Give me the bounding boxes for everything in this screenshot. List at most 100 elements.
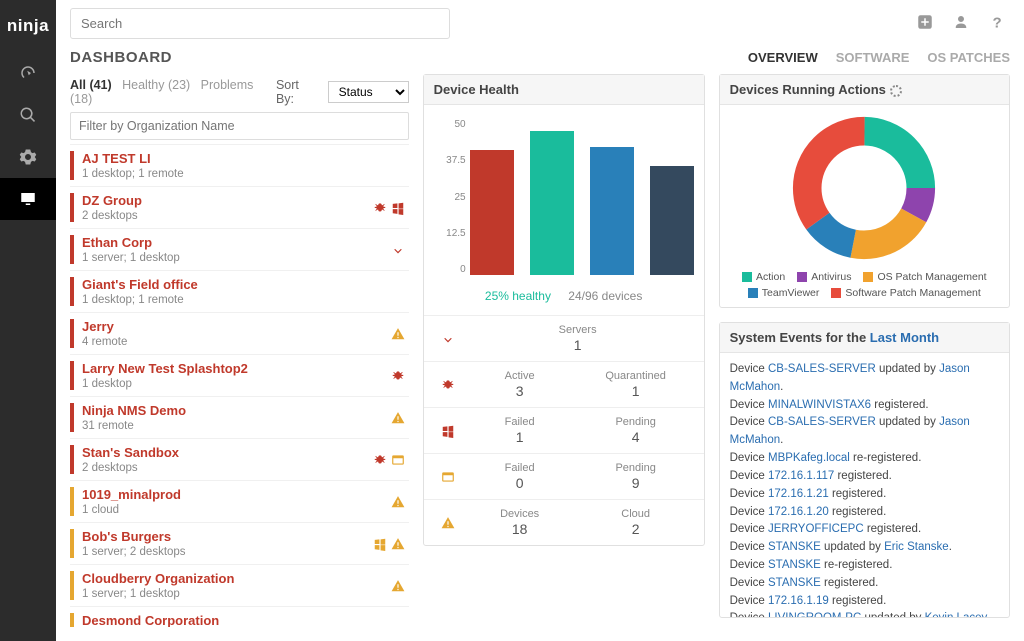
org-desc: 2 desktops [82, 210, 373, 222]
event-line: Device STANSKE re-registered. [730, 557, 999, 575]
windows-yellow-icon [373, 537, 387, 551]
view-tabs: OVERVIEW SOFTWARE OS PATCHES [748, 50, 1010, 65]
org-item[interactable]: Stan's Sandbox 2 desktops [70, 438, 409, 480]
event-link[interactable]: Eric Stanske [884, 541, 949, 553]
org-item[interactable]: Ninja NMS Demo 31 remote [70, 396, 409, 438]
org-name: Ethan Corp [82, 235, 391, 250]
loading-icon [890, 85, 902, 97]
stat-value: 18 [462, 521, 578, 537]
nav-dashboard-icon[interactable] [0, 52, 56, 94]
event-link[interactable]: 172.16.1.19 [768, 595, 829, 607]
help-icon[interactable]: ? [984, 9, 1010, 38]
org-item[interactable]: Desmond Corporation [70, 606, 409, 627]
stat-label: Quarantined [578, 370, 694, 382]
nav-search-icon[interactable] [0, 94, 56, 136]
stat-label: Pending [578, 416, 694, 428]
windows-red-icon [434, 424, 462, 438]
bar [650, 166, 694, 275]
org-desc: 1 server; 1 desktop [82, 588, 391, 600]
nav-monitor-icon[interactable] [0, 178, 56, 220]
event-line: Device CB-SALES-SERVER updated by Jason … [730, 414, 999, 450]
org-item[interactable]: Larry New Test Splashtop2 1 desktop [70, 354, 409, 396]
event-link[interactable]: Kevin Lacey [925, 612, 987, 617]
tab-software[interactable]: SOFTWARE [836, 50, 910, 65]
stat-row: Active3Quarantined1 [424, 361, 704, 407]
bug-red-icon [391, 369, 405, 383]
status-bar [70, 613, 74, 627]
org-desc: 1 server; 2 desktops [82, 546, 373, 558]
org-desc: 2 desktops [82, 462, 373, 474]
events-panel: System Events for the Last Month Device … [719, 322, 1010, 618]
org-desc: 1 cloud [82, 504, 391, 516]
actions-panel: Devices Running Actions ActionAntivirusO… [719, 74, 1010, 308]
device-health-title: Device Health [424, 75, 704, 105]
filter-healthy[interactable]: Healthy (23) [122, 78, 190, 92]
legend-item: Software Patch Management [831, 287, 980, 299]
browser-yellow-icon [434, 470, 462, 484]
org-name: Giant's Field office [82, 277, 405, 292]
events-body[interactable]: Device CB-SALES-SERVER updated by Jason … [720, 353, 1009, 617]
event-line: Device JERRYOFFICEPC registered. [730, 521, 999, 539]
swatch [742, 272, 752, 282]
page-title: DASHBOARD [70, 49, 172, 66]
org-filter-input[interactable] [70, 112, 409, 140]
event-link[interactable]: CB-SALES-SERVER [768, 416, 876, 428]
status-bar [70, 319, 74, 348]
event-link[interactable]: STANSKE [768, 559, 821, 571]
org-item[interactable]: Cloudberry Organization 1 server; 1 desk… [70, 564, 409, 606]
tab-os patches[interactable]: OS PATCHES [927, 50, 1010, 65]
event-line: Device 172.16.1.19 registered. [730, 593, 999, 611]
legend-item: Antivirus [797, 271, 851, 283]
org-item[interactable]: 1019_minalprod 1 cloud [70, 480, 409, 522]
status-bar [70, 445, 74, 474]
add-icon[interactable] [912, 9, 938, 38]
filter-all[interactable]: All (41) [70, 78, 112, 92]
event-link[interactable]: LIVINGROOM-PC [768, 612, 861, 617]
event-link[interactable]: 172.16.1.21 [768, 488, 829, 500]
event-link[interactable]: JERRYOFFICEPC [768, 523, 864, 535]
legend-item: Action [742, 271, 785, 283]
org-item[interactable]: Ethan Corp 1 server; 1 desktop [70, 228, 409, 270]
event-link[interactable]: MINALWINVISTAX6 [768, 399, 871, 411]
user-icon[interactable] [948, 9, 974, 38]
event-link[interactable]: 172.16.1.117 [768, 470, 834, 482]
stat-label: Cloud [578, 508, 694, 520]
org-item[interactable]: AJ TEST LI 1 desktop; 1 remote [70, 144, 409, 186]
stat-value: 4 [578, 429, 694, 445]
org-item[interactable]: DZ Group 2 desktops [70, 186, 409, 228]
warn-yellow-icon [391, 537, 405, 551]
event-link[interactable]: 172.16.1.20 [768, 506, 829, 518]
status-bar [70, 529, 74, 558]
tab-overview[interactable]: OVERVIEW [748, 50, 818, 65]
org-item[interactable]: Bob's Burgers 1 server; 2 desktops [70, 522, 409, 564]
bar [590, 147, 634, 275]
event-line: Device MINALWINVISTAX6 registered. [730, 397, 999, 415]
org-item[interactable]: Giant's Field office 1 desktop; 1 remote [70, 270, 409, 312]
events-range-link[interactable]: Last Month [870, 330, 939, 345]
org-desc: 1 desktop; 1 remote [82, 168, 405, 180]
org-item[interactable]: Jerry 4 remote [70, 312, 409, 354]
event-link[interactable]: STANSKE [768, 577, 821, 589]
bug-red-icon [434, 378, 462, 392]
event-line: Device 172.16.1.117 registered. [730, 468, 999, 486]
nav-settings-icon[interactable] [0, 136, 56, 178]
org-name: Cloudberry Organization [82, 571, 391, 586]
warn-yellow-icon [391, 411, 405, 425]
windows-red-icon [391, 201, 405, 215]
org-desc: 4 remote [82, 336, 391, 348]
event-link[interactable]: STANSKE [768, 541, 821, 553]
event-link[interactable]: CB-SALES-SERVER [768, 363, 876, 375]
event-link[interactable]: MBPKafeg.local [768, 452, 850, 464]
org-list[interactable]: AJ TEST LI 1 desktop; 1 remote DZ Group … [70, 144, 409, 627]
legend-item: TeamViewer [748, 287, 820, 299]
filter-row: All (41) Healthy (23) Problems (18) Sort… [70, 74, 409, 112]
org-name: Stan's Sandbox [82, 445, 373, 460]
event-line: Device 172.16.1.21 registered. [730, 486, 999, 504]
org-name: DZ Group [82, 193, 373, 208]
topbar: ? [56, 0, 1024, 47]
health-column: Device Health 5037.52512.50 25% healthy … [423, 74, 705, 627]
stat-value: 9 [578, 475, 694, 491]
sort-select[interactable]: Status [328, 81, 409, 103]
stat-label: Active [462, 370, 578, 382]
search-input[interactable] [70, 8, 450, 39]
